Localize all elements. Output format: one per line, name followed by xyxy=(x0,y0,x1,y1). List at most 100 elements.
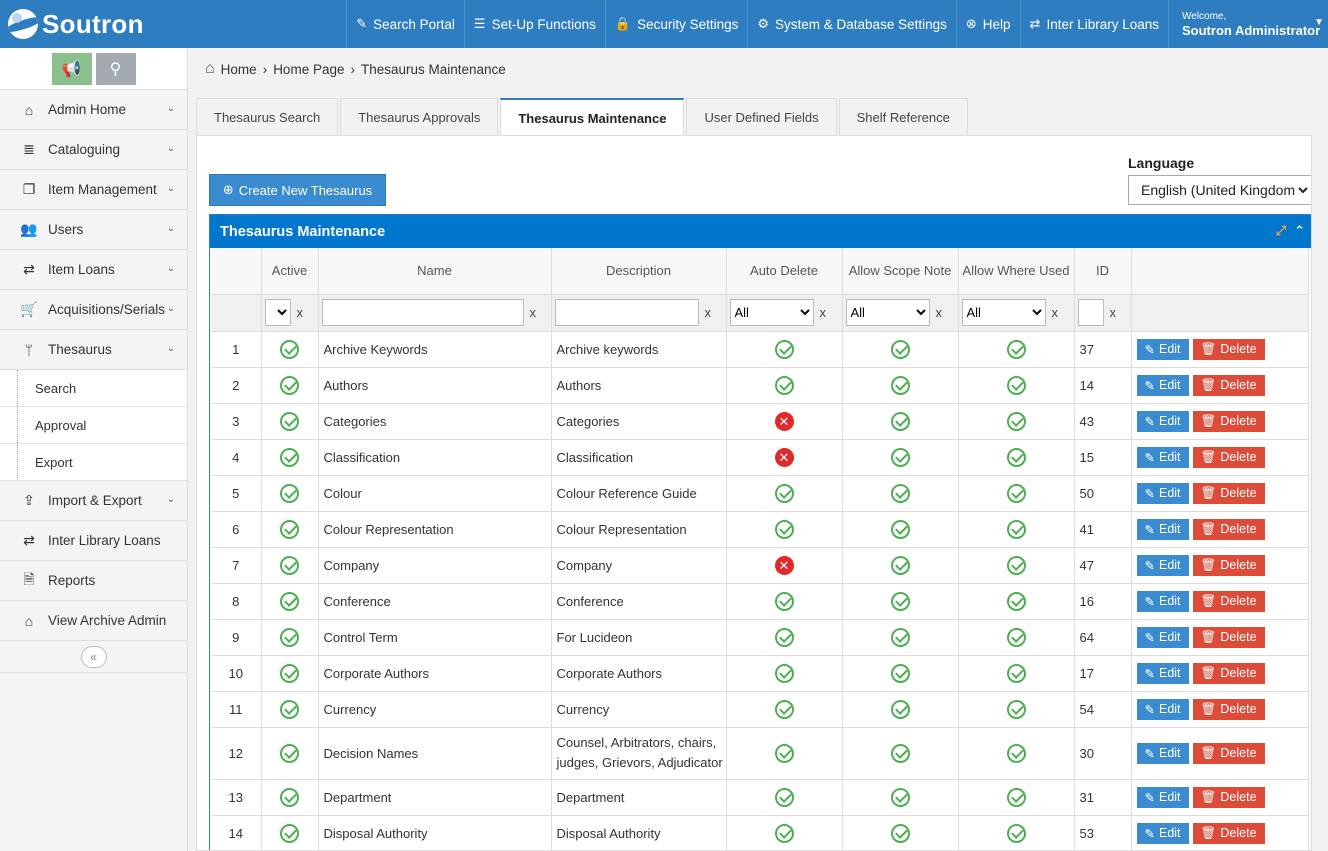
sidebar-item-acquisitions-serials[interactable]: 🛒 Acquisitions/Serials ⌄ xyxy=(0,290,187,330)
topnav-system-database-settings[interactable]: ⚙ System & Database Settings xyxy=(747,0,956,48)
sidebar-item-view-archive-admin[interactable]: ⌂ View Archive Admin xyxy=(0,601,187,641)
clear-filter-allow-scope-note[interactable]: x xyxy=(936,305,943,320)
delete-button[interactable]: 🗑 Delete xyxy=(1192,518,1265,540)
clear-filter-name[interactable]: x xyxy=(530,305,537,320)
clear-filter-active[interactable]: x xyxy=(297,305,304,320)
delete-button[interactable]: 🗑 Delete xyxy=(1192,698,1265,720)
delete-button[interactable]: 🗑 Delete xyxy=(1192,662,1265,684)
collapse-sidebar-button[interactable]: « xyxy=(80,645,107,668)
topnav-help[interactable]: ⊗ Help xyxy=(955,0,1020,48)
edit-button[interactable]: ✎ Edit xyxy=(1136,590,1189,612)
caret-down-icon: ▼ xyxy=(1314,17,1324,28)
clear-filter-auto-delete[interactable]: x xyxy=(820,305,827,320)
clear-filter-description[interactable]: x xyxy=(705,305,712,320)
tab-thesaurus-maintenance[interactable]: Thesaurus Maintenance xyxy=(500,98,685,136)
allow-scope-note-filter-select[interactable]: All xyxy=(845,299,930,326)
sidebar-item-reports[interactable]: 🗎 Reports xyxy=(0,561,187,601)
allow-where-used-filter-select[interactable]: All xyxy=(961,299,1046,326)
column-header-allow-scope-note[interactable]: Allow Scope Note xyxy=(842,248,959,295)
thesaurus-description: Currency xyxy=(551,691,727,728)
edit-button[interactable]: ✎ Edit xyxy=(1136,626,1189,648)
submenu-item-search[interactable]: Search xyxy=(0,370,187,407)
row-number: 12 xyxy=(211,727,262,780)
create-new-thesaurus-button[interactable]: ⊕ Create New Thesaurus xyxy=(209,174,386,206)
edit-button[interactable]: ✎ Edit xyxy=(1136,374,1189,396)
sidebar-item-cataloguing[interactable]: ≣ Cataloguing ⌄ xyxy=(0,130,187,170)
tab-thesaurus-approvals[interactable]: Thesaurus Approvals xyxy=(340,98,499,135)
topnav-security-settings[interactable]: 🔒 Security Settings xyxy=(604,0,747,48)
edit-button[interactable]: ✎ Edit xyxy=(1136,410,1189,432)
sidebar-item-thesaurus[interactable]: ᛘ Thesaurus ⌄ xyxy=(0,330,187,370)
delete-button[interactable]: 🗑 Delete xyxy=(1192,554,1265,576)
delete-button[interactable]: 🗑 Delete xyxy=(1192,374,1265,396)
chevron-up-icon[interactable]: ⌃ xyxy=(1294,223,1305,239)
sidebar-item-inter-library-loans[interactable]: ⇄ Inter Library Loans xyxy=(0,521,187,561)
active-check-icon xyxy=(280,787,299,807)
table-row: 14 Disposal Authority Disposal Authority 53… xyxy=(211,815,1309,850)
topnav-inter-library-loans[interactable]: ⇄ Inter Library Loans xyxy=(1019,0,1168,48)
delete-button[interactable]: 🗑 Delete xyxy=(1192,338,1265,360)
breadcrumb-page[interactable]: Home Page xyxy=(273,62,344,77)
submenu-item-export[interactable]: Export xyxy=(0,444,187,481)
delete-button[interactable]: 🗑 Delete xyxy=(1192,742,1265,764)
active-filter-select[interactable] xyxy=(264,299,291,326)
delete-label: Delete xyxy=(1220,378,1257,392)
edit-button[interactable]: ✎ Edit xyxy=(1136,662,1189,684)
name-filter-input[interactable] xyxy=(321,299,524,326)
tab-user-defined-fields[interactable]: User Defined Fields xyxy=(686,98,837,135)
delete-label: Delete xyxy=(1220,522,1257,536)
topnav-search-portal[interactable]: ✎ Search Portal xyxy=(346,0,464,48)
topnav-set-up-functions[interactable]: ☰ Set-Up Functions xyxy=(463,0,605,48)
tab-shelf-reference[interactable]: Shelf Reference xyxy=(838,98,968,135)
edit-button[interactable]: ✎ Edit xyxy=(1136,786,1189,808)
column-header-id[interactable]: ID xyxy=(1074,248,1132,295)
sidebar-item-label: Thesaurus xyxy=(48,342,112,357)
user-menu[interactable]: Welcome, Soutron Administrator ▼ xyxy=(1168,0,1328,48)
column-header-active[interactable]: Active xyxy=(261,248,319,295)
sidebar-item-users[interactable]: 👥 Users ⌄ xyxy=(0,210,187,250)
delete-button[interactable]: 🗑 Delete xyxy=(1192,482,1265,504)
sidebar-item-import-export[interactable]: ⇪ Import & Export ⌄ xyxy=(0,481,187,521)
announcement-button[interactable]: 📢 xyxy=(51,52,92,85)
column-header-description[interactable]: Description xyxy=(551,248,727,295)
sidebar-item-admin-home[interactable]: ⌂ Admin Home ⌄ xyxy=(0,90,187,130)
clear-filter-allow-where-used[interactable]: x xyxy=(1052,305,1059,320)
allow-scope-note-check-icon xyxy=(890,483,910,503)
column-header-name[interactable]: Name xyxy=(318,248,552,295)
tab-thesaurus-search[interactable]: Thesaurus Search xyxy=(196,98,339,135)
delete-button[interactable]: 🗑 Delete xyxy=(1192,822,1265,844)
id-filter-input[interactable] xyxy=(1077,299,1104,326)
edit-button[interactable]: ✎ Edit xyxy=(1136,338,1189,360)
description-filter-input[interactable] xyxy=(554,299,699,326)
sidebar-item-label: Item Management xyxy=(48,182,157,197)
expand-icon[interactable]: ⤢ xyxy=(1276,223,1286,239)
edit-button[interactable]: ✎ Edit xyxy=(1136,822,1189,844)
edit-button[interactable]: ✎ Edit xyxy=(1136,482,1189,504)
delete-button[interactable]: 🗑 Delete xyxy=(1192,626,1265,648)
thesaurus-name: Disposal Authority xyxy=(318,815,552,850)
edit-label: Edit xyxy=(1158,342,1181,356)
delete-button[interactable]: 🗑 Delete xyxy=(1192,590,1265,612)
sidebar-search-button[interactable]: ⚲ xyxy=(95,52,136,85)
delete-button[interactable]: 🗑 Delete xyxy=(1192,786,1265,808)
sidebar-item-item-management[interactable]: ❐ Item Management ⌄ xyxy=(0,170,187,210)
trash-icon: 🗑 xyxy=(1200,665,1217,680)
edit-button[interactable]: ✎ Edit xyxy=(1136,698,1189,720)
column-header-auto-delete[interactable]: Auto Delete xyxy=(726,248,843,295)
language-select[interactable]: English (United Kingdom) xyxy=(1128,175,1311,205)
edit-button[interactable]: ✎ Edit xyxy=(1136,518,1189,540)
brand-logo[interactable]: Soutron xyxy=(0,0,187,48)
clear-filter-id[interactable]: x xyxy=(1110,305,1117,320)
thesaurus-id: 64 xyxy=(1074,619,1132,656)
edit-button[interactable]: ✎ Edit xyxy=(1136,742,1189,764)
auto-delete-filter-select[interactable]: All xyxy=(729,299,814,326)
edit-button[interactable]: ✎ Edit xyxy=(1136,554,1189,576)
delete-button[interactable]: 🗑 Delete xyxy=(1192,410,1265,432)
breadcrumb-home[interactable]: Home xyxy=(221,62,257,77)
column-header-allow-where-used[interactable]: Allow Where Used xyxy=(958,248,1075,295)
sidebar-item-item-loans[interactable]: ⇄ Item Loans ⌄ xyxy=(0,250,187,290)
submenu-item-approval[interactable]: Approval xyxy=(0,407,187,444)
delete-button[interactable]: 🗑 Delete xyxy=(1192,446,1265,468)
edit-button[interactable]: ✎ Edit xyxy=(1136,446,1189,468)
row-number: 5 xyxy=(211,475,262,512)
